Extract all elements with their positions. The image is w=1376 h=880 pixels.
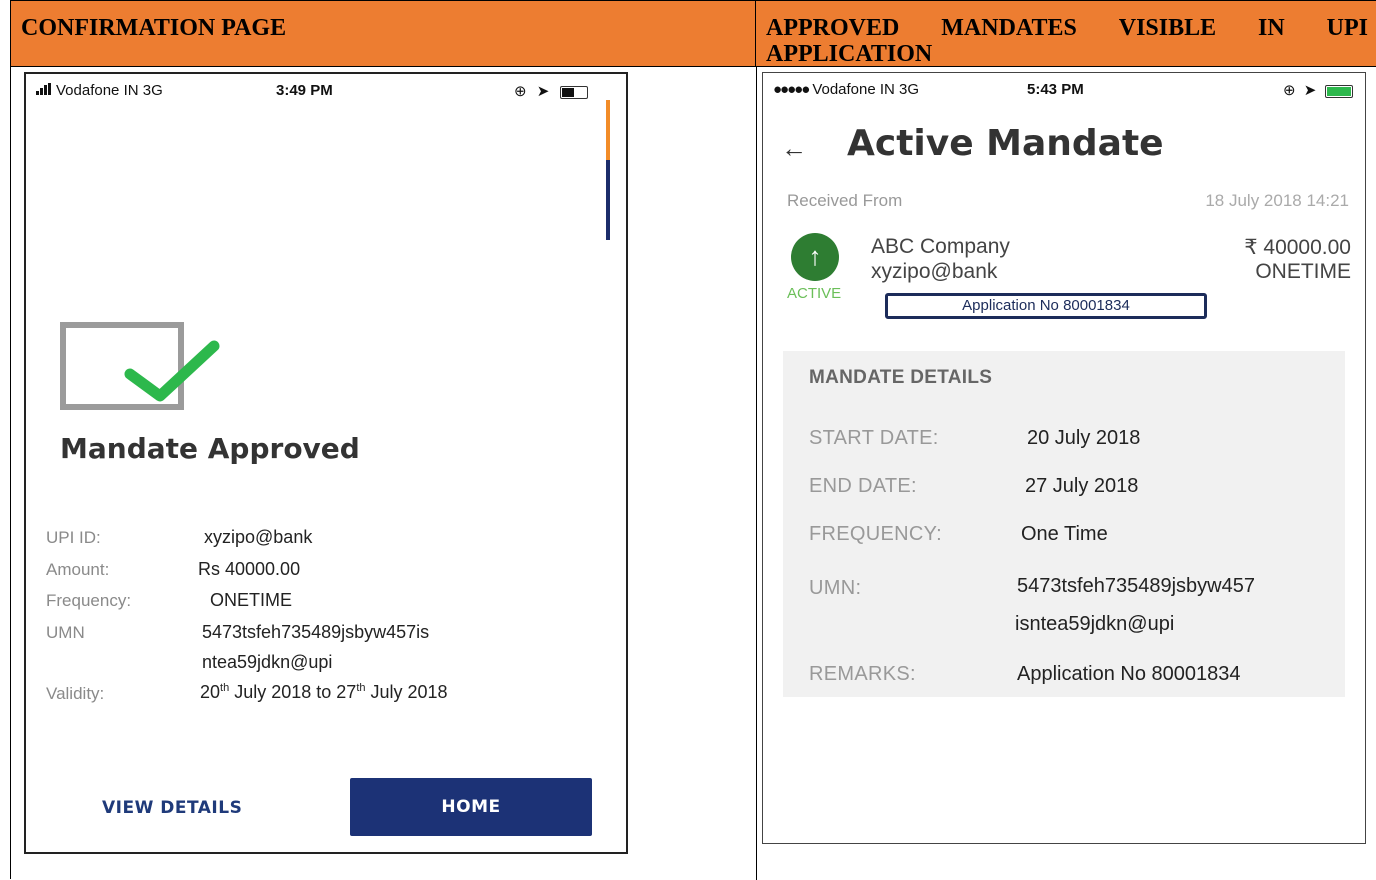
status-bar: ●●●●● Vodafone IN 3G 5:43 PM ⊕ ➤ — [763, 81, 1365, 101]
header-right-line1: APPROVED MANDATES VISIBLE IN UPI — [766, 15, 1368, 41]
end-date-label: END DATE: — [809, 475, 917, 497]
mandate-frequency: ONETIME — [1255, 260, 1351, 283]
active-mandate-screenshot: ●●●●● Vodafone IN 3G 5:43 PM ⊕ ➤ ← Active… — [762, 72, 1366, 844]
remarks-value: Application No 80001834 — [1017, 663, 1241, 685]
frequency-value: ONETIME — [210, 590, 293, 610]
header-confirmation-page: CONFIRMATION PAGE — [11, 1, 756, 67]
end-date-value: 27 July 2018 — [1025, 475, 1139, 497]
header-right-word: APPROVED — [766, 15, 900, 41]
start-date-label: START DATE: — [809, 427, 939, 449]
amount-value: Rs 40000.00 — [198, 559, 301, 579]
check-mark-icon — [124, 340, 220, 402]
signal-dots-icon: ●●●●● — [773, 81, 810, 98]
mandate-details-panel: MANDATE DETAILS START DATE: 20 July 2018… — [783, 351, 1345, 697]
panel-title: MANDATE DETAILS — [809, 367, 993, 388]
battery-icon — [1324, 84, 1353, 98]
view-details-button[interactable]: VIEW DETAILS — [102, 798, 242, 818]
status-bar: Vodafone IN 3G 3:49 PM ⊕ ➤ — [26, 82, 626, 102]
header-right-word: VISIBLE — [1118, 15, 1217, 41]
umn-value-line2: ntea59jdkn@upi — [202, 652, 333, 672]
upi-id-label: UPI ID: — [46, 528, 101, 547]
mandate-approved-title: Mandate Approved — [60, 432, 360, 465]
back-arrow-icon[interactable]: ← — [781, 133, 807, 164]
status-icons: ⊕ ➤ — [514, 82, 588, 100]
clock: 5:43 PM — [1027, 81, 1084, 98]
amount-label: Amount: — [46, 560, 110, 579]
header-right-line2: APPLICATION — [766, 41, 933, 67]
received-from-label: Received From — [787, 191, 903, 210]
validity-label: Validity: — [46, 684, 105, 703]
umn-value-line2: isntea59jdkn@upi — [1015, 613, 1175, 635]
rotation-lock-icon: ⊕ — [1283, 82, 1296, 99]
umn-label: UMN — [46, 623, 85, 642]
payee-upi-id: xyzipo@bank — [871, 260, 998, 283]
validity-value: 20th July 2018 to 27th July 2018 — [200, 682, 448, 702]
umn-value-line1: 5473tsfeh735489jsbyw457is — [202, 622, 430, 642]
payee-name: ABC Company — [871, 235, 1010, 258]
umn-label: UMN: — [809, 577, 862, 599]
status-badge: ACTIVE — [787, 285, 842, 302]
side-artifact — [606, 100, 610, 160]
start-date-value: 20 July 2018 — [1027, 427, 1141, 449]
header-right-word: IN — [1258, 15, 1285, 41]
location-icon: ➤ — [1303, 82, 1317, 99]
carrier-label: Vodafone IN 3G — [36, 82, 163, 99]
rotation-lock-icon: ⊕ — [514, 83, 527, 100]
clock: 3:49 PM — [276, 82, 333, 99]
status-icons: ⊕ ➤ — [1283, 81, 1353, 99]
mandate-amount: ₹ 40000.00 — [1244, 236, 1351, 259]
header-right-word: UPI — [1326, 15, 1368, 41]
carrier-label: ●●●●● Vodafone IN 3G — [773, 81, 920, 98]
received-date: 18 July 2018 14:21 — [1205, 191, 1349, 210]
arrow-up-icon: ↑ — [791, 233, 839, 281]
application-number-box: Application No 80001834 — [885, 293, 1207, 319]
column-divider — [756, 67, 757, 880]
header-left-text: CONFIRMATION PAGE — [21, 15, 287, 41]
frequency-value: One Time — [1021, 523, 1108, 545]
signal-icon — [36, 82, 52, 99]
umn-value-line1: 5473tsfeh735489jsbyw457 — [1017, 575, 1255, 597]
remarks-label: REMARKS: — [809, 663, 916, 685]
home-button[interactable]: HOME — [350, 778, 592, 836]
frequency-label: Frequency: — [46, 591, 132, 610]
battery-icon — [559, 85, 588, 99]
location-icon: ➤ — [536, 83, 550, 100]
header-approved-mandates: APPROVED MANDATES VISIBLE IN UPI APPLICA… — [756, 1, 1376, 67]
page-title: Active Mandate — [847, 123, 1164, 164]
frequency-label: FREQUENCY: — [809, 523, 943, 545]
confirmation-screenshot: Vodafone IN 3G 3:49 PM ⊕ ➤ Mandate Appro… — [24, 72, 628, 854]
upi-id-value: xyzipo@bank — [204, 527, 313, 547]
header-right-word: MANDATES — [941, 15, 1077, 41]
